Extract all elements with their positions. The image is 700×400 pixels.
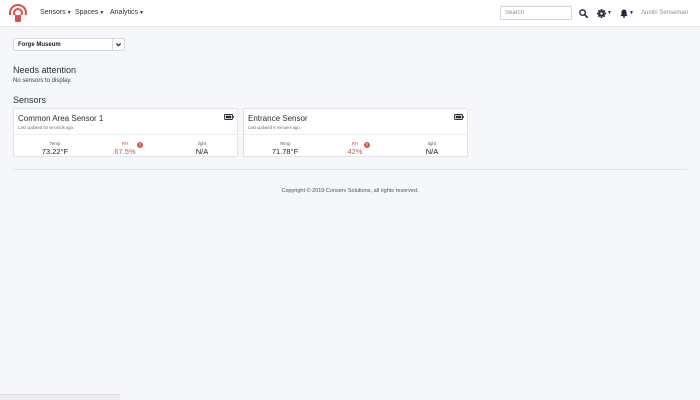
metric-value: 42% bbox=[347, 147, 363, 156]
chevron-down-icon bbox=[115, 43, 122, 47]
space-select[interactable]: Forge Museum bbox=[13, 38, 125, 51]
metric-temp: Temp 71.78°F bbox=[255, 141, 315, 156]
divider bbox=[112, 39, 113, 50]
divider bbox=[14, 134, 237, 135]
footer-divider bbox=[13, 169, 687, 170]
settings-menu[interactable]: ▼ bbox=[597, 6, 612, 20]
bell-icon bbox=[620, 9, 628, 18]
metric-value: 73.22°F bbox=[41, 147, 69, 156]
notifications-menu[interactable]: ▼ bbox=[620, 6, 634, 20]
gear-icon bbox=[597, 8, 606, 18]
sensor-name: Entrance Sensor bbox=[248, 114, 308, 123]
nav-menu-spaces[interactable]: Spaces▼ bbox=[75, 9, 104, 16]
metric-temp: Temp 73.22°F bbox=[25, 141, 85, 156]
metric-value: 67.5% bbox=[114, 147, 136, 156]
nav-menu-analytics[interactable]: Analytics▼ bbox=[110, 9, 144, 16]
metric-label: Temp bbox=[279, 141, 291, 146]
needs-attention-heading: Needs attention bbox=[13, 65, 77, 75]
window-bottom-tab bbox=[0, 394, 120, 400]
caret-down-icon: ▼ bbox=[99, 10, 105, 16]
alert-icon[interactable]: ! bbox=[137, 142, 143, 148]
sensor-card[interactable]: Entrance Sensor Last updated 6 minutes a… bbox=[243, 108, 468, 157]
metric-light: light N/A bbox=[402, 141, 462, 156]
last-updated-text: Last updated 54 seconds ago. bbox=[18, 125, 75, 130]
metric-label: RH bbox=[121, 141, 129, 146]
nav-menu-sensors[interactable]: Sensors▼ bbox=[40, 9, 72, 16]
nav-menu-label: Spaces bbox=[75, 9, 99, 16]
alert-icon[interactable]: ! bbox=[364, 142, 370, 148]
logo-icon[interactable] bbox=[9, 4, 27, 22]
caret-down-icon: ▼ bbox=[629, 10, 634, 16]
copyright-text: Copyright © 2019 Conserv Solutions, all … bbox=[281, 188, 419, 194]
metric-light: light N/A bbox=[172, 141, 232, 156]
nav-menu-label: Sensors bbox=[40, 9, 66, 16]
metric-label: Temp bbox=[49, 141, 61, 146]
metric-label: RH bbox=[351, 141, 359, 146]
metric-value: 71.78°F bbox=[271, 147, 299, 156]
battery-icon bbox=[454, 114, 464, 120]
battery-icon bbox=[224, 114, 234, 120]
space-select-value: Forge Museum bbox=[18, 42, 61, 48]
metric-label: light bbox=[427, 141, 437, 146]
sensor-name: Common Area Sensor 1 bbox=[18, 114, 104, 123]
caret-down-icon: ▼ bbox=[607, 10, 612, 16]
search-button[interactable] bbox=[579, 6, 588, 20]
nav-menu-label: Analytics bbox=[110, 9, 139, 16]
caret-down-icon: ▼ bbox=[139, 10, 144, 16]
metric-value: N/A bbox=[195, 147, 209, 156]
metric-rh: RH 42% bbox=[325, 141, 385, 156]
last-updated-text: Last updated 6 minutes ago. bbox=[248, 125, 301, 130]
search-icon bbox=[579, 8, 588, 18]
metric-value: N/A bbox=[425, 147, 439, 156]
sensor-card[interactable]: Common Area Sensor 1 Last updated 54 sec… bbox=[13, 108, 238, 157]
user-menu[interactable]: Austin Senseman bbox=[641, 10, 688, 16]
metric-rh: RH 67.5% bbox=[95, 141, 155, 156]
needs-attention-empty-text: No sensors to display. bbox=[13, 78, 72, 84]
search-input[interactable] bbox=[500, 6, 572, 20]
divider bbox=[244, 134, 467, 135]
sensors-heading: Sensors bbox=[13, 95, 47, 105]
top-navbar: Sensors▼ Spaces▼ Analytics▼ ▼ bbox=[0, 0, 700, 27]
metric-label: light bbox=[197, 141, 207, 146]
caret-down-icon: ▼ bbox=[66, 10, 72, 16]
